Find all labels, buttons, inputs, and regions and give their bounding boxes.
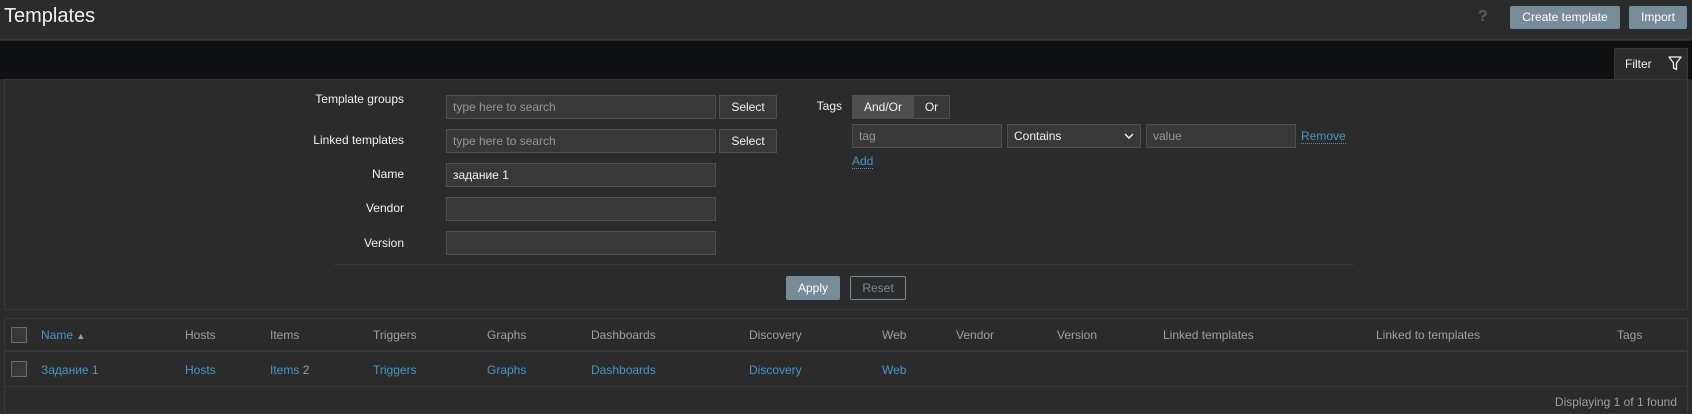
page-header: Templates ? Create template Import (0, 0, 1692, 40)
page-title: Templates (4, 5, 96, 27)
row-web-link[interactable]: Web (882, 363, 906, 377)
name-label: Name (371, 167, 404, 181)
tags-or-toggle[interactable]: Or (913, 95, 950, 119)
tab-filter[interactable]: Filter (1614, 48, 1688, 80)
column-header-linked-templates: Linked templates (1163, 328, 1254, 342)
vendor-label: Vendor (365, 201, 404, 215)
apply-button[interactable]: Apply (786, 276, 840, 300)
vendor-input[interactable] (446, 197, 716, 221)
column-header-vendor: Vendor (956, 328, 995, 342)
column-header-triggers: Triggers (373, 328, 417, 342)
tags-and-or-toggle[interactable]: And/Or (852, 95, 914, 119)
tag-operator-select[interactable]: Contains (1007, 124, 1141, 148)
row-items-cell: Items 2 (270, 363, 309, 377)
column-header-web: Web (882, 328, 907, 342)
linked-templates-select-button[interactable]: Select (719, 129, 777, 153)
column-header-discovery: Discovery (749, 328, 802, 342)
column-header-items: Items (270, 328, 300, 342)
tag-name-input[interactable]: tag (852, 124, 1002, 148)
version-input[interactable] (446, 231, 716, 255)
select-all-checkbox[interactable] (11, 327, 27, 343)
help-icon[interactable]: ? (1478, 8, 1488, 26)
version-label: Version (363, 236, 404, 250)
linked-templates-input[interactable]: type here to search (446, 129, 716, 153)
linked-templates-label: Linked templates (313, 133, 404, 147)
row-discovery-link[interactable]: Discovery (749, 363, 802, 377)
filter-panel (4, 79, 1688, 310)
tab-filter-label: Filter (1625, 57, 1652, 71)
reset-button[interactable]: Reset (850, 276, 906, 300)
tag-value-input[interactable]: value (1146, 124, 1296, 148)
column-header-dashboards: Dashboards (591, 328, 656, 342)
row-template-name-link[interactable]: Задание 1 (41, 363, 99, 377)
templates-table: Name ▲ Hosts Items Triggers Graphs Dashb… (4, 318, 1689, 414)
row-checkbox[interactable] (11, 361, 27, 377)
table-footer-count: Displaying 1 of 1 found (1554, 395, 1677, 409)
template-groups-label: Template groups (315, 92, 404, 106)
column-header-name-label: Name (41, 328, 74, 342)
column-header-graphs: Graphs (487, 328, 527, 342)
table-row: Задание 1 Hosts Items 2 Triggers Graphs … (5, 354, 1689, 387)
column-header-version: Version (1057, 328, 1098, 342)
row-triggers-link[interactable]: Triggers (373, 363, 417, 377)
row-graphs-link[interactable]: Graphs (487, 363, 526, 377)
column-header-hosts: Hosts (185, 328, 216, 342)
chevron-down-icon (1124, 133, 1134, 139)
tag-add-link[interactable]: Add (852, 154, 874, 169)
filter-divider (334, 264, 1354, 265)
row-items-link[interactable]: Items (270, 363, 299, 377)
row-dashboards-link[interactable]: Dashboards (591, 363, 656, 377)
tags-label: Tags (816, 99, 842, 113)
table-header-row: Name ▲ Hosts Items Triggers Graphs Dashb… (5, 319, 1689, 352)
column-header-linked-to-templates: Linked to templates (1376, 328, 1481, 342)
tag-remove-link[interactable]: Remove (1301, 129, 1346, 144)
column-header-name[interactable]: Name ▲ (41, 328, 85, 342)
name-input[interactable]: задание 1 (446, 163, 716, 187)
column-header-tags: Tags (1617, 328, 1643, 342)
template-groups-input[interactable]: type here to search (446, 95, 716, 119)
tag-operator-value: Contains (1014, 129, 1062, 143)
funnel-icon (1668, 56, 1682, 71)
row-hosts-link[interactable]: Hosts (185, 363, 216, 377)
sort-asc-icon: ▲ (76, 331, 86, 341)
import-button[interactable]: Import (1629, 6, 1687, 29)
create-template-button[interactable]: Create template (1510, 6, 1620, 29)
filter-tab-strip (0, 41, 1692, 79)
row-items-count: 2 (302, 363, 310, 377)
